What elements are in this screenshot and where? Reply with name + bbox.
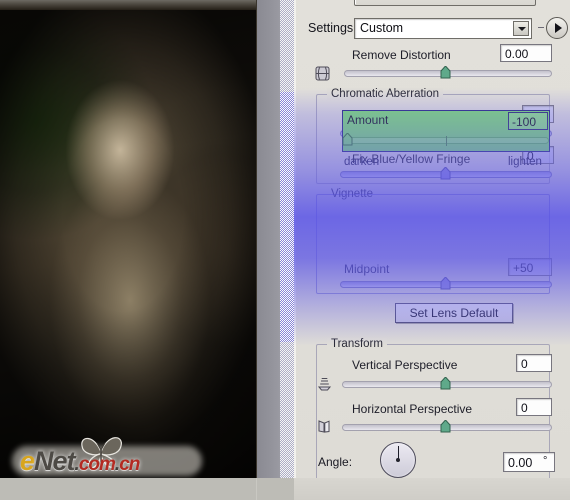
panel-menu-arrow-icon[interactable] bbox=[546, 17, 568, 39]
vertical-perspective-label: Vertical Perspective bbox=[352, 358, 458, 372]
vertical-perspective-icon[interactable] bbox=[316, 375, 333, 392]
horizontal-perspective-value[interactable]: 0 bbox=[516, 398, 552, 416]
vignette-amount-selection[interactable]: Amount -100 bbox=[342, 110, 550, 152]
gutter-bottom bbox=[257, 478, 294, 500]
chevron-down-icon[interactable] bbox=[513, 21, 529, 36]
image-preview[interactable]: eNet.com.cn bbox=[0, 0, 257, 478]
vignette-amount-value[interactable]: -100 bbox=[508, 112, 548, 130]
vignette-lighten-caption: lighten bbox=[508, 156, 542, 168]
horizontal-perspective-icon[interactable] bbox=[316, 418, 333, 435]
panel-bottom-edge bbox=[294, 478, 570, 500]
vignette-amount-center-tick bbox=[446, 136, 447, 146]
set-lens-default-button[interactable]: Set Lens Default bbox=[395, 303, 513, 323]
watermark: eNet.com.cn bbox=[12, 436, 212, 476]
vignette-midpoint-value[interactable]: +50 bbox=[508, 258, 552, 276]
screenshot-root: eNet.com.cn Settings: Custom Remove Dist… bbox=[0, 0, 570, 500]
remove-distortion-label: Remove Distortion bbox=[352, 48, 451, 62]
settings-label: Settings: bbox=[308, 21, 357, 35]
angle-label: Angle: bbox=[318, 455, 353, 469]
vignette-midpoint-label: Midpoint bbox=[344, 262, 390, 276]
watermark-cn: cn bbox=[119, 454, 140, 475]
chromatic-aberration-label: Chromatic Aberration bbox=[327, 88, 444, 100]
settings-selected-value: Custom bbox=[360, 21, 404, 35]
vignette-group: Vignette bbox=[316, 188, 550, 294]
angle-degree-symbol: ° bbox=[543, 455, 548, 467]
vignette-label: Vignette bbox=[331, 188, 373, 200]
lens-correction-panel: Settings: Custom Remove Distortion 0.00 … bbox=[294, 0, 570, 500]
vignette-darken-caption: darken bbox=[344, 156, 380, 168]
watermark-net: Net bbox=[34, 446, 76, 476]
remove-distortion-slider-knob[interactable] bbox=[440, 66, 451, 79]
horizontal-perspective-label: Horizontal Perspective bbox=[352, 402, 473, 416]
preview-vignette-overlay bbox=[0, 0, 256, 478]
settings-dropdown[interactable]: Custom bbox=[354, 18, 532, 39]
preview-gutter bbox=[257, 0, 280, 478]
preview-bottom-strip bbox=[0, 478, 256, 500]
vignette-amount-label: Amount bbox=[347, 113, 389, 127]
watermark-e: e bbox=[20, 446, 35, 476]
preview-top-band bbox=[0, 0, 256, 10]
vignette-midpoint-slider-knob[interactable] bbox=[440, 277, 451, 290]
remove-distortion-value[interactable]: 0.00 bbox=[500, 44, 552, 62]
watermark-com: com bbox=[78, 454, 116, 475]
barrel-distortion-icon[interactable] bbox=[314, 65, 331, 82]
vignette-amount-slider-knob[interactable] bbox=[342, 133, 353, 146]
angle-dial-center bbox=[396, 458, 400, 462]
fix-blue-yellow-slider-knob[interactable] bbox=[440, 167, 451, 180]
menu-connector bbox=[538, 27, 544, 28]
horizontal-perspective-slider-knob[interactable] bbox=[440, 420, 451, 433]
transform-label: Transform bbox=[327, 338, 387, 350]
vertical-perspective-value[interactable]: 0 bbox=[516, 354, 552, 372]
dither-strip-blue bbox=[280, 92, 294, 342]
angle-dial-icon[interactable] bbox=[380, 442, 416, 478]
watermark-text: eNet.com.cn bbox=[20, 446, 140, 478]
vertical-perspective-slider-knob[interactable] bbox=[440, 377, 451, 390]
